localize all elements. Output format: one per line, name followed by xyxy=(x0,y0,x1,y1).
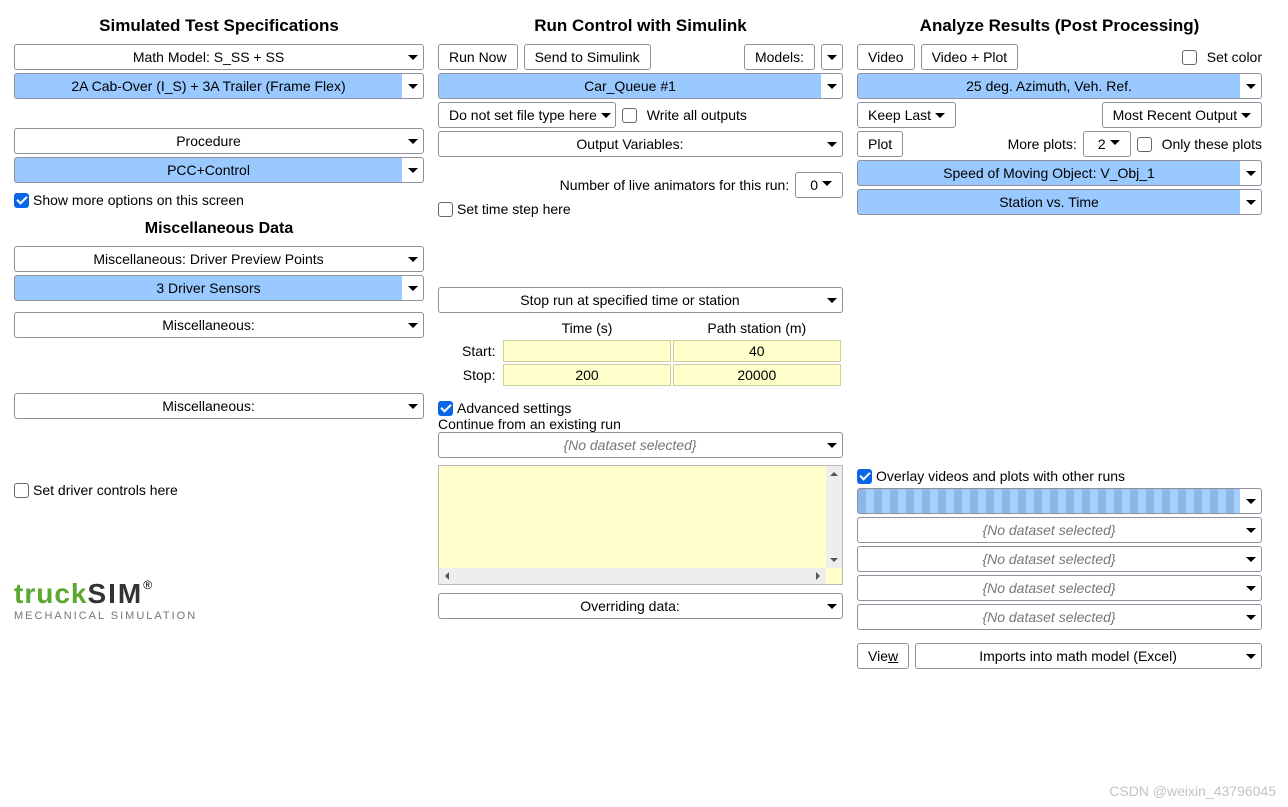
run-control-title: Run Control with Simulink xyxy=(438,16,843,36)
misc2-caret[interactable] xyxy=(402,312,424,338)
misc1-caret[interactable] xyxy=(402,246,424,272)
view-button[interactable]: View xyxy=(857,643,909,669)
keep-last-select[interactable]: Keep Last xyxy=(857,102,956,128)
plot2-field[interactable]: Station vs. Time xyxy=(857,189,1240,215)
analyze-title: Analyze Results (Post Processing) xyxy=(857,16,1262,36)
more-plots-label: More plots: xyxy=(1008,136,1077,152)
stop-option-caret[interactable] xyxy=(821,287,843,313)
stop-station-input[interactable]: 20000 xyxy=(673,364,841,386)
plot2-caret[interactable] xyxy=(1240,189,1262,215)
horizontal-scrollbar[interactable] xyxy=(439,568,826,584)
advanced-settings-checkbox[interactable] xyxy=(438,401,453,416)
set-time-step-checkbox[interactable] xyxy=(438,202,453,217)
procedure-value-field[interactable]: PCC+Control xyxy=(14,157,402,183)
misc2-label[interactable]: Miscellaneous: xyxy=(14,312,402,338)
vertical-scrollbar[interactable] xyxy=(826,466,842,568)
imports-caret[interactable] xyxy=(1240,643,1262,669)
start-stop-table: Time (s) Path station (m) Start: 40 Stop… xyxy=(438,316,843,388)
video-plot-button[interactable]: Video + Plot xyxy=(921,44,1019,70)
only-these-plots-label: Only these plots xyxy=(1162,136,1262,152)
overlay-row[interactable]: Overlay videos and plots with other runs xyxy=(857,468,1262,484)
math-model-field[interactable]: Math Model: S_SS + SS xyxy=(14,44,402,70)
output-variables-caret[interactable] xyxy=(821,131,843,157)
set-driver-checkbox[interactable] xyxy=(14,483,29,498)
more-plots-select[interactable]: 2 xyxy=(1083,131,1131,157)
time-header: Time (s) xyxy=(503,318,670,338)
overlay-dataset-5[interactable]: {No dataset selected} xyxy=(857,604,1240,630)
plot1-field[interactable]: Speed of Moving Object: V_Obj_1 xyxy=(857,160,1240,186)
show-more-checkbox[interactable] xyxy=(14,193,29,208)
procedure-label-field[interactable]: Procedure xyxy=(14,128,402,154)
animators-label: Number of live animators for this run: xyxy=(560,177,790,193)
misc1-label[interactable]: Miscellaneous: Driver Preview Points xyxy=(14,246,402,272)
set-color-checkbox[interactable] xyxy=(1182,50,1197,65)
set-driver-checkbox-row[interactable]: Set driver controls here xyxy=(14,482,424,498)
station-header: Path station (m) xyxy=(673,318,841,338)
notes-textbox[interactable] xyxy=(438,465,843,585)
car-queue-field[interactable]: Car_Queue #1 xyxy=(438,73,821,99)
overlay-dataset-2[interactable]: {No dataset selected} xyxy=(857,517,1240,543)
overriding-data-field[interactable]: Overriding data: xyxy=(438,593,821,619)
set-time-step-row[interactable]: Set time step here xyxy=(438,201,843,217)
plot-button[interactable]: Plot xyxy=(857,131,903,157)
start-label: Start: xyxy=(440,340,501,362)
plot1-caret[interactable] xyxy=(1240,160,1262,186)
animators-select[interactable]: 0 xyxy=(795,172,843,198)
overlay-checkbox[interactable] xyxy=(857,469,872,484)
imports-field[interactable]: Imports into math model (Excel) xyxy=(915,643,1240,669)
continue-run-label: Continue from an existing run xyxy=(438,416,843,432)
azimuth-field[interactable]: 25 deg. Azimuth, Veh. Ref. xyxy=(857,73,1240,99)
overlay-label: Overlay videos and plots with other runs xyxy=(876,468,1125,484)
misc3-caret[interactable] xyxy=(402,393,424,419)
set-time-step-label: Set time step here xyxy=(457,201,571,217)
models-caret[interactable] xyxy=(821,44,843,70)
continue-dataset-field[interactable]: {No dataset selected} xyxy=(438,432,821,458)
send-to-simulink-button[interactable]: Send to Simulink xyxy=(524,44,651,70)
set-color-label: Set color xyxy=(1207,49,1262,65)
math-model-caret[interactable] xyxy=(402,44,424,70)
watermark: CSDN @weixin_43796045 xyxy=(1109,783,1276,799)
car-queue-caret[interactable] xyxy=(821,73,843,99)
procedure-label-caret[interactable] xyxy=(402,128,424,154)
procedure-value-caret[interactable] xyxy=(402,157,424,183)
only-these-plots-checkbox[interactable] xyxy=(1137,137,1152,152)
show-more-label: Show more options on this screen xyxy=(33,192,244,208)
start-time-input[interactable] xyxy=(503,340,670,362)
misc-data-title: Miscellaneous Data xyxy=(14,220,424,238)
overlay-dataset-1[interactable] xyxy=(857,488,1240,514)
overlay-dataset-4-caret[interactable] xyxy=(1240,575,1262,601)
show-more-checkbox-row[interactable]: Show more options on this screen xyxy=(14,192,424,208)
output-variables-field[interactable]: Output Variables: xyxy=(438,131,821,157)
most-recent-select[interactable]: Most Recent Output xyxy=(1102,102,1262,128)
set-driver-label: Set driver controls here xyxy=(33,482,178,498)
logo: truckSIM® MECHANICAL SIMULATION xyxy=(14,578,424,622)
write-all-outputs-label: Write all outputs xyxy=(647,107,747,123)
models-button[interactable]: Models: xyxy=(744,44,815,70)
stop-option-field[interactable]: Stop run at specified time or station xyxy=(438,287,821,313)
vehicle-caret[interactable] xyxy=(402,73,424,99)
overlay-dataset-3-caret[interactable] xyxy=(1240,546,1262,572)
advanced-settings-label: Advanced settings xyxy=(457,400,571,416)
overlay-dataset-1-caret[interactable] xyxy=(1240,488,1262,514)
stop-label: Stop: xyxy=(440,364,501,386)
continue-dataset-caret[interactable] xyxy=(821,432,843,458)
overlay-dataset-2-caret[interactable] xyxy=(1240,517,1262,543)
overlay-dataset-4[interactable]: {No dataset selected} xyxy=(857,575,1240,601)
overlay-dataset-5-caret[interactable] xyxy=(1240,604,1262,630)
video-button[interactable]: Video xyxy=(857,44,915,70)
sim-spec-title: Simulated Test Specifications xyxy=(14,16,424,36)
file-type-select[interactable]: Do not set file type here xyxy=(438,102,616,128)
overlay-dataset-3[interactable]: {No dataset selected} xyxy=(857,546,1240,572)
misc3-label[interactable]: Miscellaneous: xyxy=(14,393,402,419)
run-now-button[interactable]: Run Now xyxy=(438,44,518,70)
vehicle-field[interactable]: 2A Cab-Over (I_S) + 3A Trailer (Frame Fl… xyxy=(14,73,402,99)
advanced-settings-row[interactable]: Advanced settings xyxy=(438,400,843,416)
misc1-value[interactable]: 3 Driver Sensors xyxy=(14,275,402,301)
stop-time-input[interactable]: 200 xyxy=(503,364,670,386)
misc1-value-caret[interactable] xyxy=(402,275,424,301)
overriding-data-caret[interactable] xyxy=(821,593,843,619)
azimuth-caret[interactable] xyxy=(1240,73,1262,99)
start-station-input[interactable]: 40 xyxy=(673,340,841,362)
write-all-outputs-checkbox[interactable] xyxy=(622,108,637,123)
